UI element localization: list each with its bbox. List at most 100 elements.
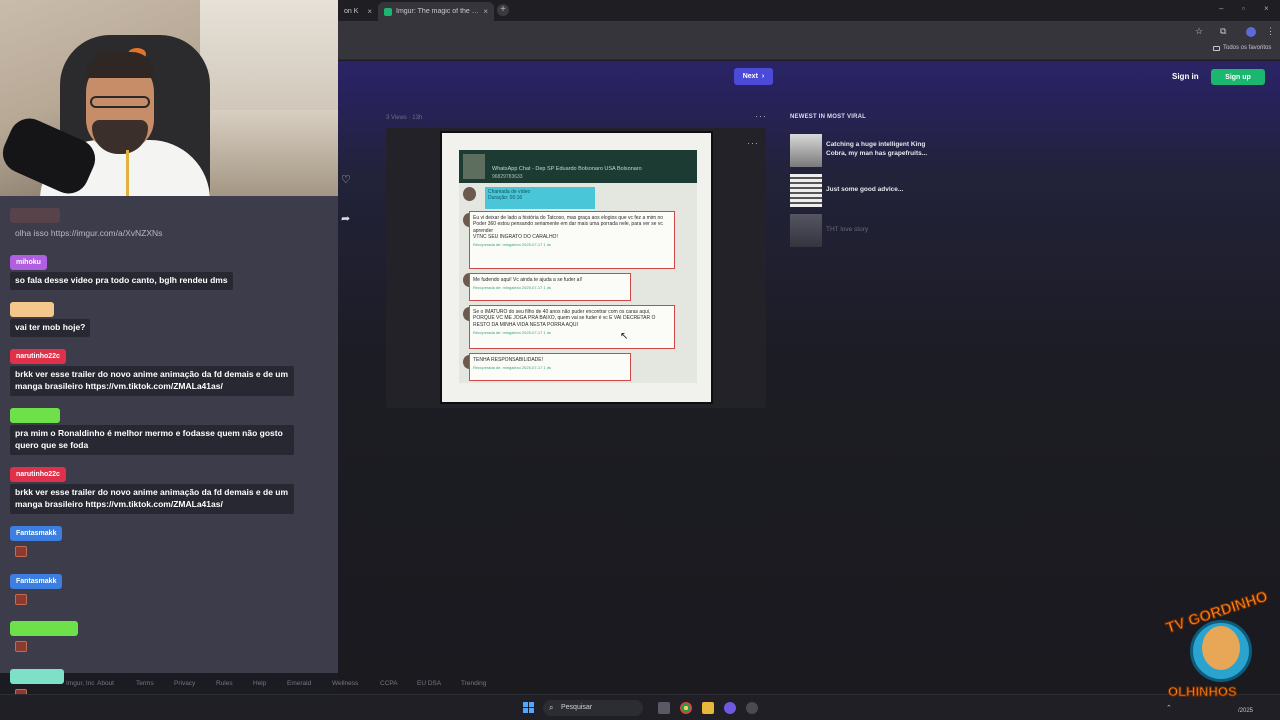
search-icon: ⌕ [549,703,554,712]
message-text: Eu vi deixar de lado a história do Tatco… [473,215,664,234]
chat-username: narutinho22c [10,349,66,364]
chat-username: narutinho22c [10,467,66,482]
next-post-button[interactable]: Next › [734,68,773,85]
video-call-duration: Duração: 00:16 [488,195,523,201]
emote-icon [15,546,27,557]
file-explorer-icon[interactable] [702,702,714,714]
new-tab-icon[interactable]: + [497,4,509,16]
footer-link-eu-dsa[interactable]: EU DSA [417,680,441,687]
sidebar-post[interactable]: THT love story [790,214,942,247]
close-window-icon[interactable]: × [1264,4,1269,13]
browser-menu-icon[interactable]: ⋮ [1266,26,1275,37]
task-view-icon[interactable] [658,702,670,714]
sidebar-post-title: THT love story [826,226,869,233]
webcam-wall [200,0,338,120]
recovered-label: Recuperada de: mingalexo 2025-07-17 1 ds [473,285,552,291]
headset-cord [126,150,129,196]
discord-icon[interactable] [724,702,736,714]
recovered-label: Recuperada de: mingalexo 2025-07-17 1 ds [473,242,552,247]
sidebar-thumbnail [790,214,822,247]
footer-link-imgur[interactable]: Imgur, Inc [66,680,95,687]
post-image[interactable]: WhatsApp Chat - Dep SP Eduardo Bolsonaro… [440,131,713,404]
chat-username [10,408,60,423]
footer-link-about[interactable]: About [97,680,114,687]
sidebar-post[interactable]: Catching a huge intelligent King Cobra, … [790,134,942,167]
chat-username [10,621,78,636]
chat-username: Fantasmakk [10,574,63,589]
folder-icon [1213,45,1220,51]
chat-message: so fala desse video pra todo canto, bglh… [10,272,233,290]
mouse-cursor-icon: ↖ [620,331,629,342]
minimize-icon[interactable]: – [1219,4,1223,13]
taskbar-search-label: Pesquisar [561,704,593,711]
all-bookmarks-label: Todos os favoritos [1223,45,1272,51]
image-options-icon[interactable]: ··· [747,138,759,148]
message-bubble: Me fudendo aqui! Vc ainda te ajuda a se … [469,273,631,301]
imgur-favicon-icon [384,7,392,16]
close-tab-icon[interactable]: × [483,7,488,16]
logo-face [1202,626,1240,670]
whatsapp-chat-number: 96829783633 [492,174,523,180]
streamer-glasses [90,96,150,108]
chat-message: pra mim o Ronaldinho é melhor mermo e fo… [10,425,294,455]
streamer-webcam [0,0,338,196]
sign-in-link[interactable]: Sign in [1172,72,1199,81]
contact-avatar [463,154,485,179]
chrome-icon[interactable] [680,702,692,714]
close-tab-icon[interactable]: × [367,7,372,16]
chevron-right-icon: › [761,73,765,80]
sidebar-post-title: Just some good advice... [826,186,904,193]
logo-text-bottom: OLHINHOS [1168,684,1238,700]
bookmark-star-icon[interactable]: ☆ [1195,26,1203,37]
footer-link-emerald[interactable]: Emerald [287,680,311,687]
chat-username [10,669,64,684]
screen: on K × Imgur: The magic of the Internet … [0,0,1280,720]
emote-icon [15,641,27,652]
chat-message: vai ter mob hoje? [10,319,91,337]
post-meta: 3 Views · 13h [386,115,423,121]
whatsapp-header: WhatsApp Chat - Dep SP Eduardo Bolsonaro… [459,150,697,183]
sidebar-post-title: Catching a huge intelligent King Cobra, … [826,141,928,157]
profile-avatar-icon[interactable] [1246,27,1256,37]
whatsapp-body: Chamada de vídeo Duração: 00:16 Eu vi de… [459,183,697,383]
settings-icon[interactable] [746,702,758,714]
channel-logo: TV GORDINHO OLHINHOS [1160,588,1275,710]
share-arrow-icon[interactable]: ➦ [341,212,350,225]
footer-link-privacy[interactable]: Privacy [174,680,195,687]
message-bubble: Se o IMATURO do seu filho de 40 anos não… [469,305,675,349]
all-bookmarks-folder[interactable]: Todos os favoritos [1213,45,1271,51]
sidebar-post[interactable]: Just some good advice... [790,174,942,207]
sidebar-thumbnail [790,174,822,207]
recovered-label: Recuperada de: mingalexo 2025-07-17 1 ds [473,329,552,335]
footer-link-trending[interactable]: Trending [461,680,486,687]
message-text: TENHA RESPONSABILIDADE! [473,357,544,363]
footer-link-ccpa[interactable]: CCPA [380,680,398,687]
maximize-icon[interactable]: ▫ [1242,4,1245,13]
footer-link-wellness[interactable]: Wellness [332,680,358,687]
extensions-icon[interactable]: ⧉ [1220,26,1226,37]
windows-start-icon[interactable] [523,702,534,713]
sidebar-title: NEWEST IN MOST VIRAL [790,114,866,120]
recovered-label: Recuperada de: mingalexo 2025-07-17 1 ds [473,365,552,371]
footer-link-terms[interactable]: Terms [136,680,154,687]
browser-tab-other[interactable]: on K × [338,2,378,21]
heart-icon[interactable]: ♡ [341,173,351,186]
message-bubble: Eu vi deixar de lado a história do Tatco… [469,211,675,269]
chat-message: olha isso https://imgur.com/a/XvNZXNs [15,228,163,238]
chat-username: Fantasmakk [10,526,63,541]
tab-label: on K [344,8,359,15]
footer-link-rules[interactable]: Rules [216,680,233,687]
taskbar-search[interactable]: ⌕ Pesquisar [543,700,643,716]
sign-up-button[interactable]: Sign up [1211,69,1265,85]
message-text: VTNC SEU INGRATO DO CARALHO! [473,233,558,240]
post-options-icon[interactable]: ··· [755,111,767,121]
emote-icon [15,594,27,605]
footer-link-help[interactable]: Help [253,680,266,687]
chat-username: mihoku [10,255,47,270]
next-label: Next [742,73,758,80]
chat-username [10,208,60,223]
chat-username [10,302,54,317]
message-bubble: TENHA RESPONSABILIDADE! Recuperada de: m… [469,353,631,381]
sidebar-thumbnail [790,134,822,167]
browser-tab-imgur[interactable]: Imgur: The magic of the Internet × [378,2,494,21]
